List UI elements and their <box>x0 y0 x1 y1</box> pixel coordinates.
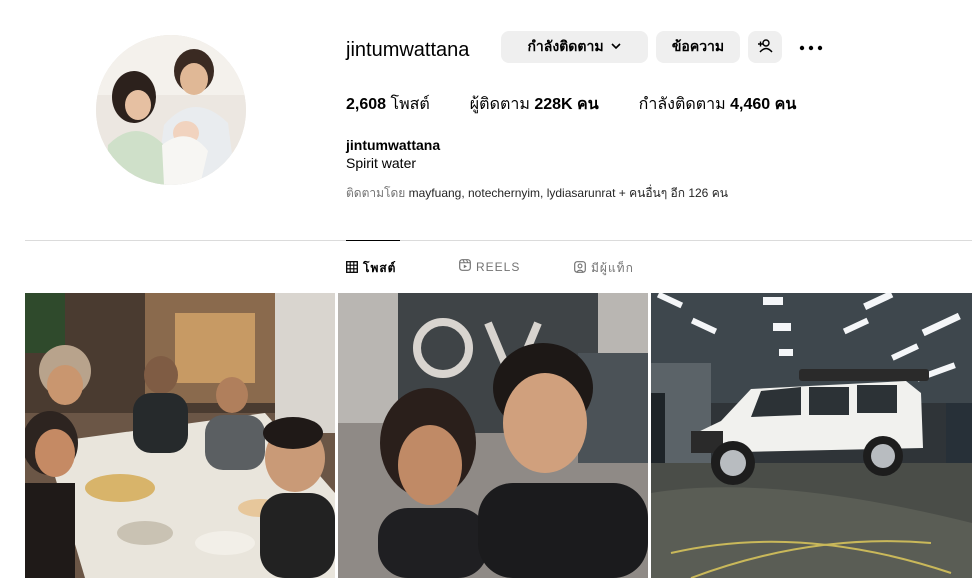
following-value: 4,460 <box>730 96 771 113</box>
profile-stats: 2,608 โพสต์ ผู้ติดตาม 228K คน กำลังติดตา… <box>346 92 836 117</box>
post-thumbnail-2[interactable] <box>338 293 648 578</box>
followers-label: ผู้ติดตาม <box>469 96 530 113</box>
followers-unit: คน <box>577 96 599 113</box>
followers-count[interactable]: ผู้ติดตาม 228K คน <box>470 92 599 117</box>
tab-reels[interactable]: REELS <box>459 259 520 274</box>
suggested-users-button[interactable] <box>748 31 782 63</box>
posts-grid <box>25 293 972 578</box>
followed-by-suffix[interactable]: + คนอื่นๆ อีก 126 คน <box>619 186 728 200</box>
active-tab-indicator <box>346 240 400 241</box>
followed-by-names[interactable]: mayfuang, notechernyim, lydiasarunrat <box>409 186 616 200</box>
followed-by-text[interactable]: ติดตามโดย mayfuang, notechernyim, lydias… <box>346 184 728 203</box>
profile-avatar[interactable] <box>96 35 246 185</box>
reels-icon <box>459 259 476 274</box>
followers-value: 228K <box>534 96 573 113</box>
profile-bio: Spirit water <box>346 155 417 171</box>
posts-count: 2,608 โพสต์ <box>346 92 430 117</box>
posts-count-value: 2,608 <box>346 96 387 113</box>
message-button[interactable]: ข้อความ <box>656 31 740 63</box>
tabs-divider <box>25 240 972 241</box>
following-label: กำลังติดตาม <box>638 96 726 113</box>
tagged-icon <box>574 261 591 276</box>
white-suv-garage-photo <box>651 293 972 578</box>
tab-tagged-label: มีผู้แท็ก <box>591 261 634 275</box>
post-thumbnail-3[interactable] <box>651 293 972 578</box>
tab-reels-label: REELS <box>476 259 521 274</box>
following-button[interactable]: กำลังติดตาม <box>501 31 648 63</box>
following-count[interactable]: กำลังติดตาม 4,460 คน <box>639 92 797 117</box>
more-options-button[interactable] <box>797 31 825 63</box>
following-button-label: กำลังติดตาม <box>527 38 604 54</box>
couple-selfie-photo <box>338 293 648 578</box>
tab-tagged[interactable]: มีผู้แท็ก <box>574 259 634 278</box>
following-unit: คน <box>774 96 797 113</box>
group-dinner-photo <box>25 293 335 578</box>
grid-icon <box>346 261 363 276</box>
profile-username: jintumwattana <box>346 39 470 61</box>
tab-posts[interactable]: โพสต์ <box>346 259 396 278</box>
avatar-image <box>96 35 246 185</box>
profile-tabs: โพสต์ REELS มีผู้แท็ก <box>0 259 972 277</box>
followed-by-prefix: ติดตามโดย <box>346 186 406 200</box>
more-icon <box>799 38 823 56</box>
chevron-down-icon <box>610 39 622 55</box>
tab-posts-label: โพสต์ <box>363 261 397 275</box>
posts-count-label: โพสต์ <box>390 96 430 113</box>
add-user-icon <box>757 38 773 57</box>
post-thumbnail-1[interactable] <box>25 293 335 578</box>
profile-full-name: jintumwattana <box>346 137 441 153</box>
message-button-label: ข้อความ <box>671 38 725 54</box>
